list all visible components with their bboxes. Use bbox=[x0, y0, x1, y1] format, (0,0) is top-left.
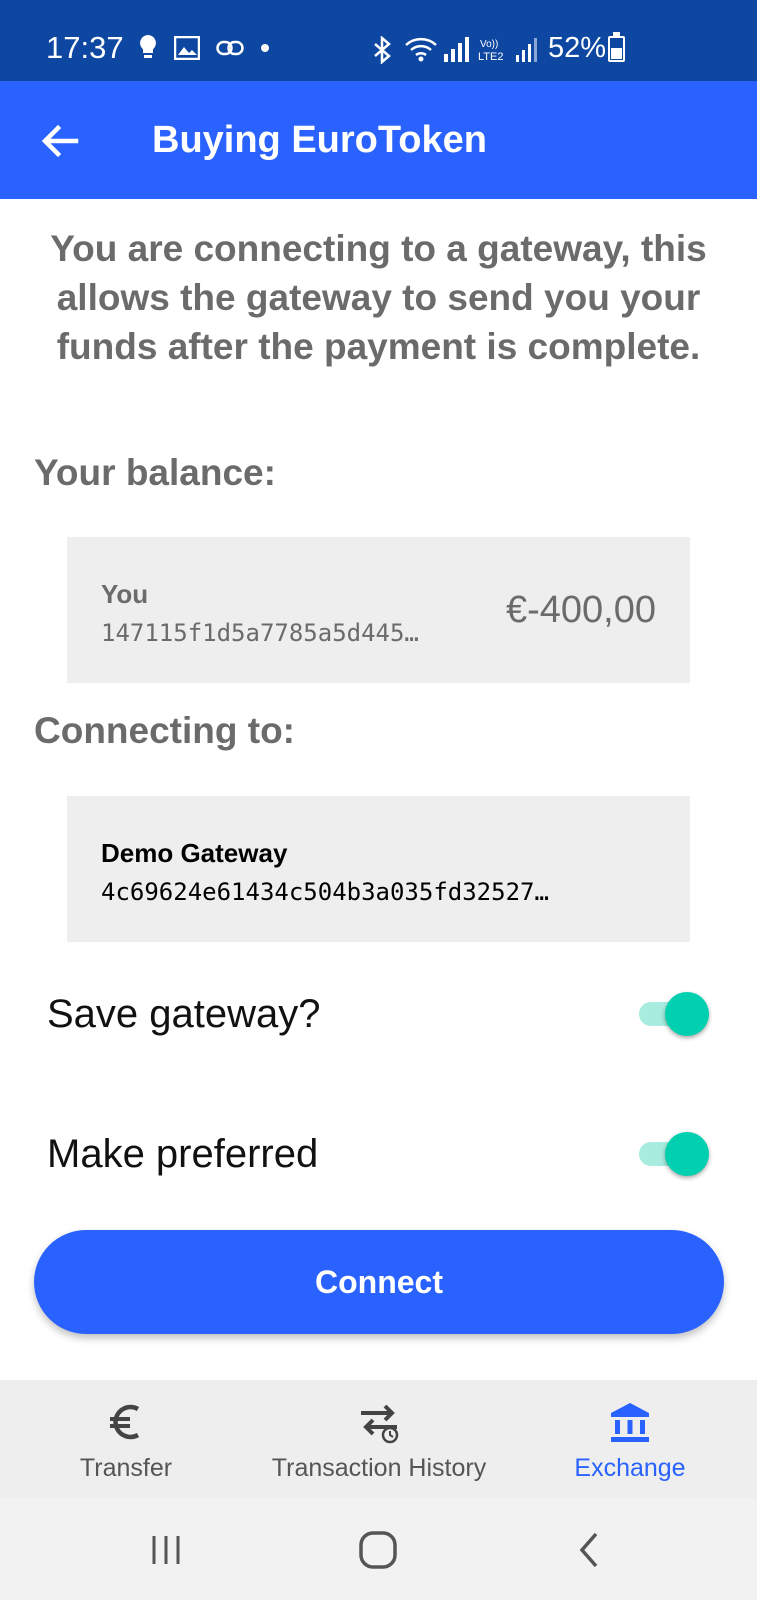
arrow-back-icon bbox=[41, 124, 79, 158]
connect-button[interactable]: Connect bbox=[34, 1230, 724, 1334]
gateway-section-label: Connecting to: bbox=[34, 710, 296, 751]
back-button[interactable] bbox=[34, 115, 86, 167]
status-notification-icons bbox=[138, 34, 270, 62]
battery-icon bbox=[608, 32, 625, 62]
wifi-icon bbox=[405, 37, 437, 62]
app-bar: Buying EuroToken bbox=[0, 81, 757, 199]
nav-label-transfer: Transfer bbox=[79, 1454, 173, 1482]
system-back-icon[interactable] bbox=[568, 1528, 612, 1572]
gateway-name: Demo Gateway bbox=[101, 838, 288, 868]
gateway-card: Demo Gateway 4c69624e61434c504b3a035fd32… bbox=[67, 796, 690, 942]
bottom-navigation: Transfer Transaction History Exchange bbox=[0, 1380, 757, 1498]
balance-section-label: Your balance: bbox=[34, 452, 276, 493]
nav-label-exchange: Exchange bbox=[574, 1454, 686, 1482]
gateway-public-key: 4c69624e61434c504b3a035fd32527… bbox=[101, 878, 549, 906]
recent-apps-icon[interactable] bbox=[144, 1528, 188, 1572]
system-navigation-bar bbox=[0, 1498, 757, 1600]
link-icon bbox=[216, 40, 244, 56]
euro-icon bbox=[110, 1404, 140, 1440]
svg-text:LTE2: LTE2 bbox=[478, 51, 503, 62]
balance-amount: €-400,00 bbox=[505, 589, 656, 631]
balance-card: You 147115f1d5a7785a5d445… €-400,00 bbox=[67, 537, 690, 683]
save-gateway-row: Save gateway? bbox=[47, 984, 709, 1044]
make-preferred-switch[interactable] bbox=[639, 1130, 709, 1178]
save-gateway-label: Save gateway? bbox=[47, 992, 321, 1036]
signal-icon-2 bbox=[516, 38, 537, 62]
signal-icon bbox=[444, 37, 469, 62]
nav-item-transfer[interactable]: Transfer bbox=[56, 1380, 196, 1498]
make-preferred-label: Make preferred bbox=[47, 1132, 319, 1176]
battery-percent: 52% bbox=[548, 32, 607, 64]
page-title: Buying EuroToken bbox=[152, 119, 487, 161]
nav-item-transaction-history[interactable]: Transaction History bbox=[250, 1380, 508, 1498]
status-time: 17:37 bbox=[46, 30, 124, 65]
bluetooth-icon bbox=[374, 36, 391, 64]
transaction-history-icon bbox=[361, 1404, 399, 1444]
nav-item-exchange[interactable]: Exchange bbox=[560, 1380, 700, 1498]
save-gateway-switch[interactable] bbox=[639, 990, 709, 1038]
svg-text:Vo)): Vo)) bbox=[480, 39, 498, 50]
intro-text: You are connecting to a gateway, this al… bbox=[50, 228, 707, 367]
bank-icon bbox=[611, 1403, 649, 1442]
make-preferred-row: Make preferred bbox=[47, 1124, 709, 1184]
lightbulb-icon bbox=[140, 35, 156, 58]
balance-public-key: 147115f1d5a7785a5d445… bbox=[101, 619, 419, 647]
dot-icon bbox=[261, 44, 269, 52]
image-icon bbox=[174, 36, 200, 60]
balance-owner-name: You bbox=[101, 579, 149, 609]
volte-lte-icon: Vo))LTE2 bbox=[478, 39, 503, 62]
nav-label-transaction-history: Transaction History bbox=[271, 1454, 487, 1482]
status-bar: 17:37 Vo)) LTE2 52% bbox=[0, 0, 757, 81]
home-icon[interactable] bbox=[356, 1528, 400, 1572]
